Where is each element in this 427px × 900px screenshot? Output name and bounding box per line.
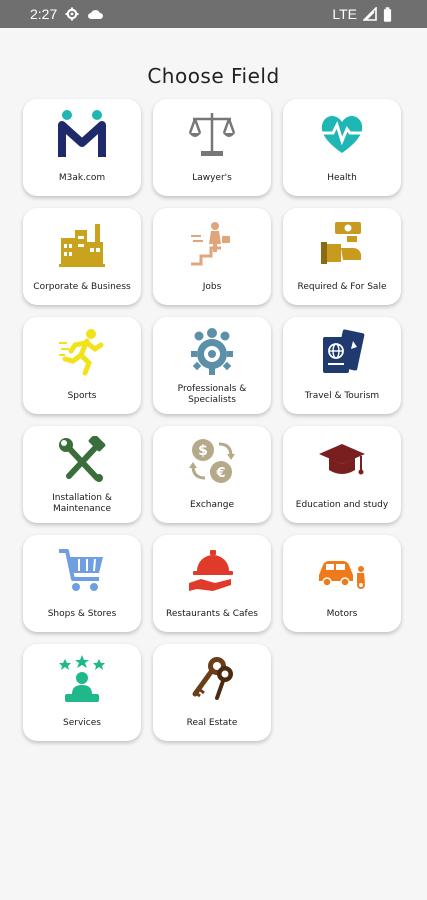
- field-label: Exchange: [190, 500, 234, 510]
- svg-text:$: $: [198, 443, 208, 459]
- status-bar: 2:27 LTE: [0, 0, 427, 28]
- battery-icon: [383, 7, 397, 22]
- field-label: Lawyer's: [192, 173, 232, 183]
- field-card-lawyers[interactable]: Lawyer's: [153, 99, 271, 196]
- field-grid: M3ak.com Lawyer's Health Corporate & Bus…: [23, 99, 401, 741]
- scales-icon: [187, 109, 237, 159]
- field-card-installation[interactable]: Installation & Maintenance: [23, 426, 141, 523]
- team-gear-icon: [187, 327, 237, 377]
- field-label: M3ak.com: [58, 173, 106, 183]
- cloud-icon: [87, 7, 104, 21]
- settings-gear-icon: [65, 7, 79, 21]
- field-card-exchange[interactable]: $ € Exchange: [153, 426, 271, 523]
- runner-icon: [57, 327, 107, 377]
- field-label: Restaurants & Cafes: [166, 609, 258, 619]
- field-label: Professionals & Specialists: [177, 384, 247, 405]
- m3ak-logo-icon: [57, 109, 107, 159]
- businessman-stairs-icon: [187, 218, 237, 268]
- field-label: Education and study: [295, 500, 389, 510]
- heart-pulse-icon: [317, 109, 367, 159]
- field-card-professionals[interactable]: Professionals & Specialists: [153, 317, 271, 414]
- field-label: Sports: [67, 391, 97, 401]
- field-label: Shops & Stores: [47, 609, 117, 619]
- graduation-cap-icon: [317, 436, 367, 486]
- field-card-required-sale[interactable]: Required & For Sale: [283, 208, 401, 305]
- field-card-education[interactable]: Education and study: [283, 426, 401, 523]
- network-type: LTE: [332, 6, 357, 22]
- wrench-hammer-icon: [57, 436, 107, 486]
- status-time: 2:27: [30, 6, 58, 22]
- field-card-corporate[interactable]: Corporate & Business: [23, 208, 141, 305]
- field-card-services[interactable]: Services: [23, 644, 141, 741]
- page-title: Choose Field: [147, 64, 280, 88]
- field-card-m3ak[interactable]: M3ak.com: [23, 99, 141, 196]
- shopping-cart-icon: [57, 545, 107, 595]
- field-label: Motors: [326, 609, 358, 619]
- passport-icon: [317, 327, 367, 377]
- field-card-sports[interactable]: Sports: [23, 317, 141, 414]
- field-card-shops[interactable]: Shops & Stores: [23, 535, 141, 632]
- field-label: Real Estate: [186, 718, 238, 728]
- field-label: Required & For Sale: [297, 282, 387, 292]
- field-label: Services: [63, 718, 101, 728]
- field-card-motors[interactable]: Motors: [283, 535, 401, 632]
- field-card-travel[interactable]: Travel & Tourism: [283, 317, 401, 414]
- factory-icon: [57, 218, 107, 268]
- currency-exchange-icon: $ €: [187, 436, 237, 486]
- field-label: Travel & Tourism: [304, 391, 380, 401]
- signal-icon: [362, 6, 377, 21]
- field-card-jobs[interactable]: Jobs: [153, 208, 271, 305]
- svg-text:€: €: [215, 466, 225, 481]
- field-card-health[interactable]: Health: [283, 99, 401, 196]
- hand-money-icon: [317, 218, 367, 268]
- field-label: Jobs: [202, 282, 222, 292]
- service-stars-icon: [57, 654, 107, 704]
- field-label: Corporate & Business: [33, 282, 131, 292]
- field-card-real-estate[interactable]: Real Estate: [153, 644, 271, 741]
- field-card-restaurants[interactable]: Restaurants & Cafes: [153, 535, 271, 632]
- car-motorbike-icon: [317, 545, 367, 595]
- field-label: Health: [327, 173, 357, 183]
- keys-icon: [187, 654, 237, 704]
- field-label: Installation & Maintenance: [52, 493, 112, 514]
- cloche-hand-icon: [187, 545, 237, 595]
